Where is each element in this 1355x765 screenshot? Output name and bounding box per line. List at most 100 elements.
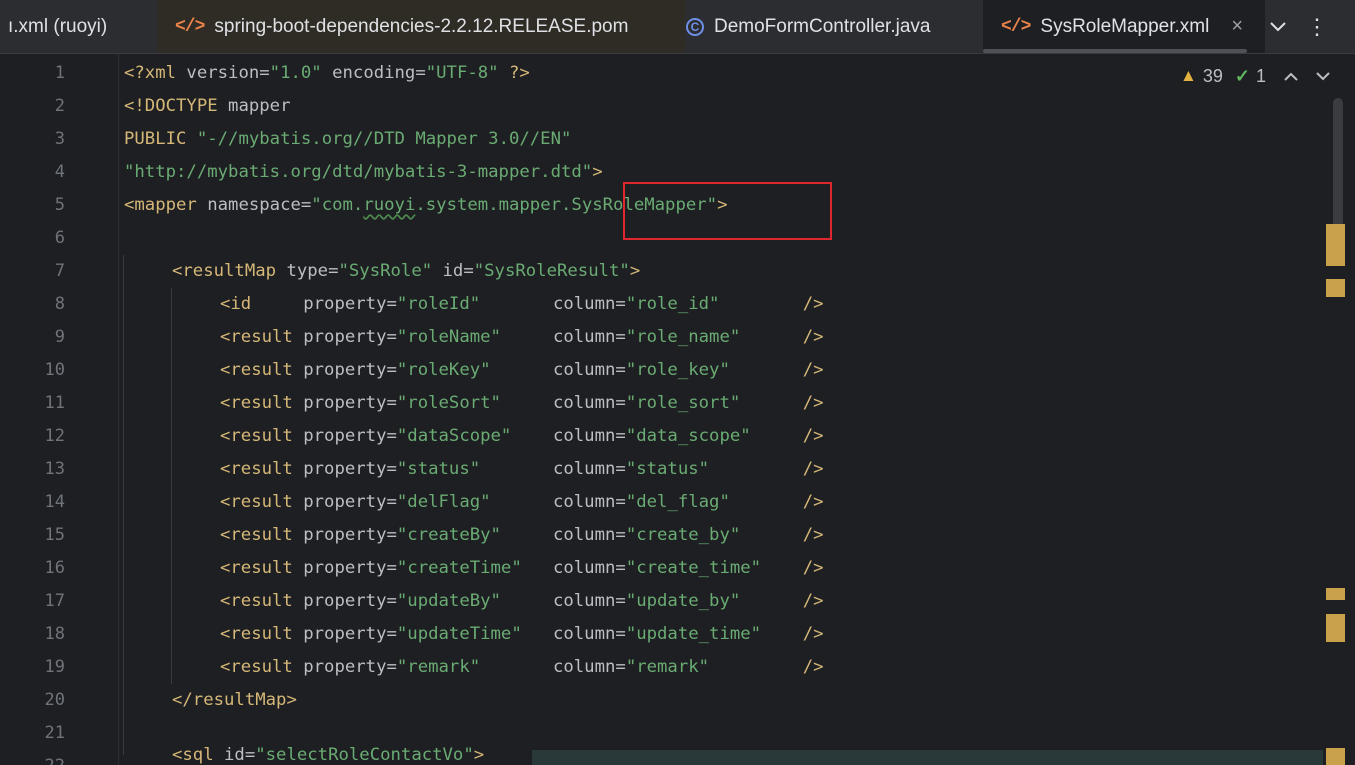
attr-name: column=	[552, 459, 626, 479]
error-stripe-marker[interactable]	[1326, 614, 1345, 642]
result-tag: <result	[220, 360, 293, 380]
attr-value: "dataScope"	[396, 426, 512, 446]
attr-value: "update_time"	[625, 624, 762, 644]
result-tag: <result	[220, 426, 293, 446]
code-line-4: "http://mybatis.org/dtd/mybatis-3-mapper…	[124, 156, 603, 189]
attr-name: property=	[292, 492, 397, 512]
tag-self-close: />	[802, 624, 824, 644]
tab-spring-boot-dependencies-pom[interactable]: </> spring-boot-dependencies-2.2.12.RELE…	[157, 0, 685, 53]
code-line-2: <!DOCTYPE mapper	[124, 90, 290, 123]
close-tab-icon[interactable]: ×	[1231, 15, 1243, 38]
tag-self-close: />	[802, 558, 824, 578]
code-editor[interactable]: 1 2 3 4 5 6 7 8 9 10 11 12 13 14 15 16 1…	[0, 54, 1355, 765]
attr-name: property=	[292, 525, 397, 545]
resultmap-close-tag: </resultMap>	[172, 690, 297, 710]
attr-value: "com.	[311, 195, 364, 215]
inspection-widget[interactable]: ▲ 39 ✓ 1	[1180, 54, 1330, 98]
attr-name: property=	[292, 426, 397, 446]
tag-self-close: />	[802, 294, 824, 314]
java-class-icon: C	[686, 17, 704, 36]
attr-value: "update_by"	[625, 591, 741, 611]
attr-name: id=	[213, 745, 256, 765]
code-line-10: <result property="roleKey" column="role_…	[220, 354, 824, 387]
tab-label: DemoFormController.java	[714, 15, 931, 37]
line-number: 20	[44, 690, 65, 710]
line-number: 8	[54, 294, 65, 314]
attr-value: "SysRoleResult"	[473, 261, 630, 281]
code-line-13: <result property="status" column="status…	[220, 453, 824, 486]
error-stripe-marker[interactable]	[1326, 279, 1345, 297]
line-number: 9	[54, 327, 65, 347]
tab-more-options-button[interactable]: ⋮	[1302, 0, 1332, 53]
attr-name: namespace=	[196, 195, 312, 215]
attr-value: "1.0"	[269, 63, 322, 83]
weak-warning-check-icon: ✓	[1234, 65, 1250, 86]
attr-value: "create_by"	[625, 525, 741, 545]
chevron-down-icon[interactable]	[1316, 71, 1330, 81]
tag-self-close: />	[802, 426, 824, 446]
tag-self-close: />	[802, 525, 824, 545]
public-keyword: PUBLIC	[124, 129, 187, 149]
result-tag: <result	[220, 558, 293, 578]
line-number: 5	[54, 195, 65, 215]
attr-value: "SysRole"	[338, 261, 433, 281]
code-line-15: <result property="createBy" column="crea…	[220, 519, 824, 552]
tab-demo-form-controller[interactable]: C DemoFormController.java	[668, 0, 998, 53]
attr-value: "roleSort"	[396, 393, 501, 413]
xml-file-icon: </>	[1001, 16, 1031, 37]
gutter-separator	[118, 54, 119, 765]
chevron-up-icon[interactable]	[1284, 72, 1298, 81]
tab-sys-role-mapper-xml[interactable]: </> SysRoleMapper.xml ×	[983, 0, 1265, 53]
attr-value: "roleId"	[396, 294, 481, 314]
error-stripe-marker[interactable]	[1326, 588, 1345, 600]
tab-label: ı.xml (ruoyi)	[8, 15, 108, 37]
code-line-14: <result property="delFlag" column="del_f…	[220, 486, 824, 519]
tag-self-close: />	[802, 657, 824, 677]
code-line-16: <result property="createTime" column="cr…	[220, 552, 824, 585]
attr-name: property=	[292, 624, 397, 644]
tab-list-dropdown-button[interactable]	[1262, 0, 1294, 53]
attr-value: "role_key"	[625, 360, 730, 380]
typo-underlined-word: ruoyi	[363, 195, 416, 215]
editor-tab-bar: ı.xml (ruoyi) </> spring-boot-dependenci…	[0, 0, 1355, 54]
tag-self-close: />	[802, 360, 824, 380]
attr-value: "createTime"	[396, 558, 522, 578]
result-tag: <result	[220, 393, 293, 413]
tag-close: >	[473, 745, 485, 765]
attr-name: column=	[552, 657, 626, 677]
attr-name: column=	[552, 393, 626, 413]
code-line-9: <result property="roleName" column="role…	[220, 321, 824, 354]
error-stripe-marker[interactable]	[1326, 224, 1345, 266]
attr-value: "status"	[625, 459, 710, 479]
line-number: 7	[54, 261, 65, 281]
tab-ruoyi-xml[interactable]: ı.xml (ruoyi)	[0, 0, 163, 53]
tag-self-close: />	[802, 393, 824, 413]
attr-name: property=	[292, 558, 397, 578]
attr-value: "selectRoleContactVo"	[255, 745, 474, 765]
attr-value: "UTF-8"	[425, 63, 499, 83]
attr-value: "createBy"	[396, 525, 501, 545]
public-id-string: "-//mybatis.org//DTD Mapper 3.0//EN"	[196, 129, 572, 149]
xml-declaration-end: ?>	[498, 63, 530, 83]
error-stripe-marker[interactable]	[1326, 748, 1345, 765]
attr-name: column=	[552, 591, 626, 611]
line-number: 17	[44, 591, 65, 611]
line-number: 4	[54, 162, 65, 182]
horizontal-scrollbar-area[interactable]	[532, 750, 1323, 765]
attr-value: "create_time"	[625, 558, 762, 578]
attr-value: "role_id"	[625, 294, 720, 314]
attr-name: column=	[552, 558, 626, 578]
attr-value: "roleName"	[396, 327, 501, 347]
system-id-string: "http://mybatis.org/dtd/mybatis-3-mapper…	[124, 162, 593, 182]
attr-name: type=	[276, 261, 339, 281]
